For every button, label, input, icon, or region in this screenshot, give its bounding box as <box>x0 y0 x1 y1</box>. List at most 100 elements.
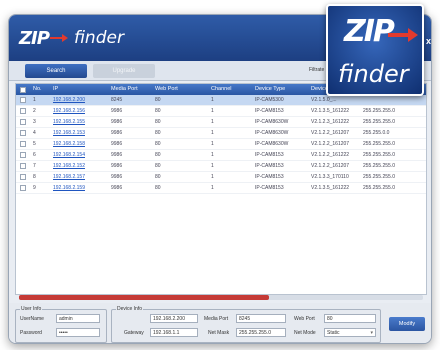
cell-device-type: IP-CAM8630W <box>255 119 289 125</box>
table-row[interactable]: 1 192.168.2.200 8245 80 1 IP-CAM5300 V2.1.5.0_… <box>16 95 426 106</box>
cell-no: 7 <box>33 163 36 169</box>
column-header-channel[interactable]: Channel <box>208 84 252 95</box>
cell-ip[interactable]: 192.168.2.156 <box>50 106 108 116</box>
cell-channel: 1 <box>211 163 214 169</box>
password-input[interactable]: ••••• <box>56 328 100 337</box>
table-row[interactable]: 8 192.168.2.157 9986 80 1 IP-CAM8153 V2.1.3.3_… <box>16 172 426 183</box>
row-checkbox[interactable] <box>16 161 30 171</box>
cell-device-type: IP-CAM8153 <box>255 108 284 114</box>
cell-no: 8 <box>33 174 36 180</box>
filter-label: Filtrate <box>309 67 325 73</box>
cell-media-port: 9986 <box>111 119 123 125</box>
cell-web-port: 80 <box>155 119 161 125</box>
password-label: Password <box>20 330 42 336</box>
cell-device-type: IP-CAM8153 <box>255 185 284 191</box>
cell-netmask: 255.255.255.0 <box>363 174 395 180</box>
username-label: UserName <box>20 316 44 322</box>
row-checkbox[interactable] <box>16 106 30 116</box>
row-checkbox[interactable] <box>16 95 30 105</box>
cell-ip[interactable]: 192.168.2.158 <box>50 139 108 149</box>
cell-netmask: 255.255.255.0 <box>363 141 395 147</box>
info-panel: User Info UserName admin Password ••••• … <box>9 303 431 343</box>
cell-media-port: 9986 <box>111 185 123 191</box>
cell-ip[interactable]: 192.168.2.152 <box>50 161 108 171</box>
horizontal-scrollbar[interactable] <box>19 295 423 300</box>
cell-netmask: 255.255.255.0 <box>363 185 395 191</box>
scrollbar-thumb[interactable] <box>19 295 269 300</box>
cell-device-type: IP-CAM8630W <box>255 130 289 136</box>
cell-no: 9 <box>33 185 36 191</box>
table-row[interactable]: 6 192.168.2.154 9986 80 1 IP-CAM8153 V2.1.2.2_… <box>16 150 426 161</box>
table-row[interactable]: 9 192.168.2.159 9986 80 1 IP-CAM8153 V2.1.3.5_… <box>16 183 426 194</box>
column-header-device-type[interactable]: Device Type <box>252 84 308 95</box>
row-checkbox[interactable] <box>16 128 30 138</box>
cell-device-version: V2.1.2.3_161222 <box>311 119 350 125</box>
big-logo-finder-text: finder <box>338 60 409 88</box>
cell-web-port: 80 <box>155 185 161 191</box>
cell-no: 4 <box>33 130 36 136</box>
row-checkbox[interactable] <box>16 139 30 149</box>
zip-finder-logo-overlay: ZIP finder <box>326 4 424 96</box>
cell-ip[interactable]: 192.168.2.153 <box>50 128 108 138</box>
table-row[interactable]: 4 192.168.2.153 9986 80 1 IP-CAM8630W V2.1.2.2… <box>16 128 426 139</box>
gateway-input[interactable]: 192.168.1.1 <box>150 328 198 337</box>
table-row[interactable]: 5 192.168.2.158 9986 80 1 IP-CAM8630W V2.1.2.2… <box>16 139 426 150</box>
username-input[interactable]: admin <box>56 314 100 323</box>
cell-device-version: V2.1.2.2_161207 <box>311 141 350 147</box>
cell-ip[interactable]: 192.168.2.200 <box>50 95 108 105</box>
cell-netmask: 255.255.255.0 <box>363 108 395 114</box>
cell-device-type: IP-CAM8153 <box>255 152 284 158</box>
cell-channel: 1 <box>211 119 214 125</box>
ip-input[interactable]: 192.168.2.200 <box>150 314 198 323</box>
cell-ip[interactable]: 192.168.2.155 <box>50 117 108 127</box>
cell-ip[interactable]: 192.168.2.157 <box>50 172 108 182</box>
column-header-web-port[interactable]: Web Port <box>152 84 208 95</box>
upgrade-button[interactable]: Upgrade <box>93 64 155 78</box>
cell-netmask: 255.255.255.0 <box>363 152 395 158</box>
chevron-down-icon: ▾ <box>370 330 373 336</box>
big-logo-zip-text: ZIP <box>344 14 395 49</box>
app-logo: ZIP finder <box>19 25 124 51</box>
close-icon[interactable]: x <box>426 36 431 46</box>
device-info-title: Device Info <box>116 306 144 312</box>
cell-no: 6 <box>33 152 36 158</box>
row-checkbox[interactable] <box>16 183 30 193</box>
cell-device-version: V2.1.2.2_161207 <box>311 130 350 136</box>
web-port-input[interactable]: 80 <box>324 314 376 323</box>
netmask-input[interactable]: 255.255.255.0 <box>236 328 286 337</box>
logo-finder-text: finder <box>73 28 124 48</box>
table-row[interactable]: 2 192.168.2.156 9986 80 1 IP-CAM8153 V2.1.3.5_… <box>16 106 426 117</box>
header-select-all-checkbox[interactable] <box>16 84 30 95</box>
cell-channel: 1 <box>211 185 214 191</box>
cell-device-version: V2.1.3.3_170110 <box>311 174 349 180</box>
table-row[interactable]: 7 192.168.2.152 9986 80 1 IP-CAM8153 V2.1.2.2_… <box>16 161 426 172</box>
modify-button[interactable]: Modify <box>389 317 425 331</box>
cell-device-version: V2.1.2.2_161207 <box>311 163 350 169</box>
cell-web-port: 80 <box>155 152 161 158</box>
column-header-media-port[interactable]: Media Port <box>108 84 152 95</box>
column-header-no[interactable]: No. <box>30 84 50 95</box>
row-checkbox[interactable] <box>16 150 30 160</box>
cell-media-port: 9986 <box>111 130 123 136</box>
logo-zip-text: ZIP <box>19 27 50 49</box>
search-button[interactable]: Search <box>25 64 87 78</box>
cell-channel: 1 <box>211 108 214 114</box>
cell-media-port: 9986 <box>111 152 123 158</box>
netmode-select[interactable]: Static ▾ <box>324 328 376 337</box>
cell-ip[interactable]: 192.168.2.159 <box>50 183 108 193</box>
cell-device-version: V2.1.3.5_161222 <box>311 185 350 191</box>
gateway-label: Gateway <box>124 330 144 336</box>
cell-web-port: 80 <box>155 174 161 180</box>
row-checkbox[interactable] <box>16 172 30 182</box>
cell-media-port: 9986 <box>111 108 123 114</box>
cell-no: 1 <box>33 97 36 103</box>
column-header-ip[interactable]: IP <box>50 84 108 95</box>
web-port-label: Web Port <box>294 316 315 322</box>
cell-web-port: 80 <box>155 97 161 103</box>
cell-ip[interactable]: 192.168.2.154 <box>50 150 108 160</box>
cell-media-port: 8245 <box>111 97 123 103</box>
media-port-input[interactable]: 8245 <box>236 314 286 323</box>
cell-media-port: 9986 <box>111 174 123 180</box>
table-row[interactable]: 3 192.168.2.155 9986 80 1 IP-CAM8630W V2.1.2.3… <box>16 117 426 128</box>
row-checkbox[interactable] <box>16 117 30 127</box>
